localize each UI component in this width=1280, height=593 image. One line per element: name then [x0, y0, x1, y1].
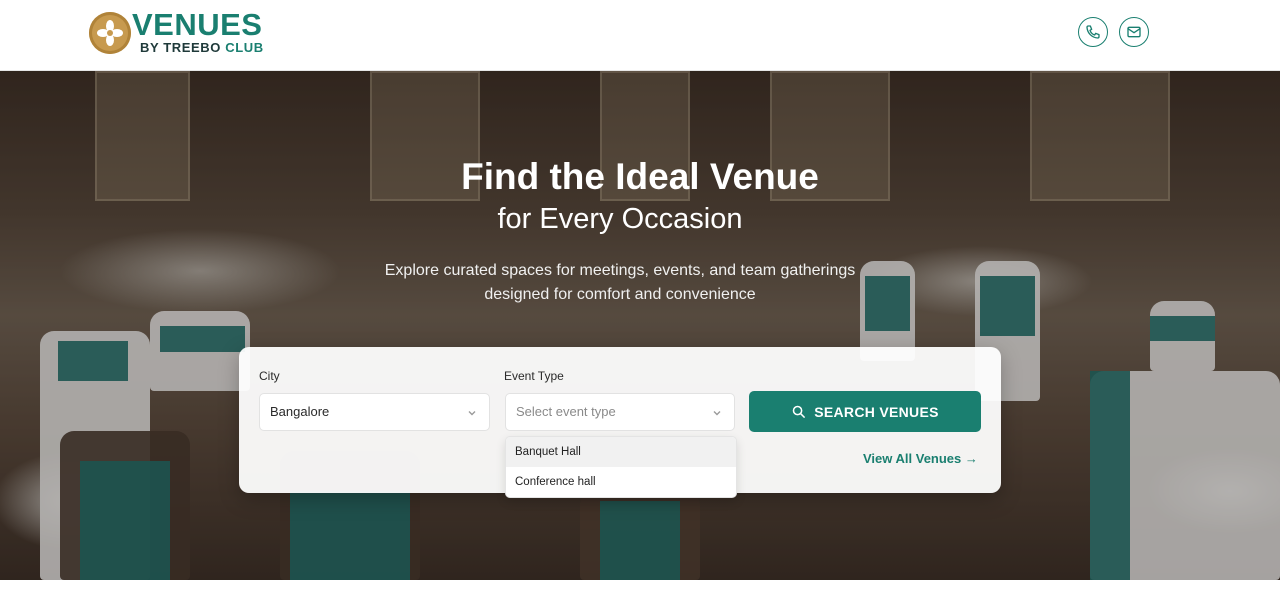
hero-description-line: designed for comfort and convenience	[484, 286, 756, 303]
view-all-venues-link[interactable]: View All Venues →	[863, 451, 978, 466]
hero-description-line: Explore curated spaces for meetings, eve…	[384, 262, 856, 279]
event-type-placeholder: Select event type	[516, 404, 616, 419]
search-card: City Bangalore Event Type Select event t…	[239, 347, 1001, 498]
phone-icon	[1086, 25, 1100, 39]
search-venues-label: SEARCH VENUES	[814, 403, 939, 420]
mail-button[interactable]	[1119, 17, 1149, 47]
event-type-label: Event Type	[504, 369, 564, 383]
phone-button[interactable]	[1078, 17, 1108, 47]
search-venues-button[interactable]: SEARCH VENUES	[749, 391, 981, 432]
dropdown-option-conference-hall[interactable]: Conference hall	[506, 467, 736, 497]
city-value: Bangalore	[270, 404, 330, 419]
brand-sub-club: CLUB	[225, 40, 264, 55]
brand-name: VENUES	[132, 7, 263, 42]
chevron-down-icon	[468, 411, 476, 416]
site-header: VENUES BY TREEBO CLUB	[0, 0, 1280, 71]
event-type-select[interactable]: Select event type	[505, 393, 735, 431]
hero-banner: Find the Ideal Venue for Every Occasion …	[0, 71, 1280, 580]
mail-icon	[1127, 26, 1141, 38]
chevron-down-icon	[713, 411, 721, 416]
dropdown-option-banquet-hall[interactable]: Banquet Hall	[506, 437, 736, 467]
city-label: City	[259, 369, 280, 383]
search-icon	[792, 405, 806, 418]
event-type-dropdown: Banquet Hall Conference hall	[505, 436, 737, 498]
logo-flower-icon	[89, 12, 131, 54]
hero-title: Find the Ideal Venue	[461, 156, 819, 197]
city-select[interactable]: Bangalore	[259, 393, 490, 431]
brand-tagline: BY TREEBO CLUB	[140, 41, 264, 55]
hero-subtitle: for Every Occasion	[497, 203, 743, 235]
hero-description: Explore curated spaces for meetings, eve…	[0, 259, 1240, 307]
brand-sub-prefix: BY TREEBO	[140, 40, 222, 55]
hero-overlay	[0, 71, 1280, 580]
